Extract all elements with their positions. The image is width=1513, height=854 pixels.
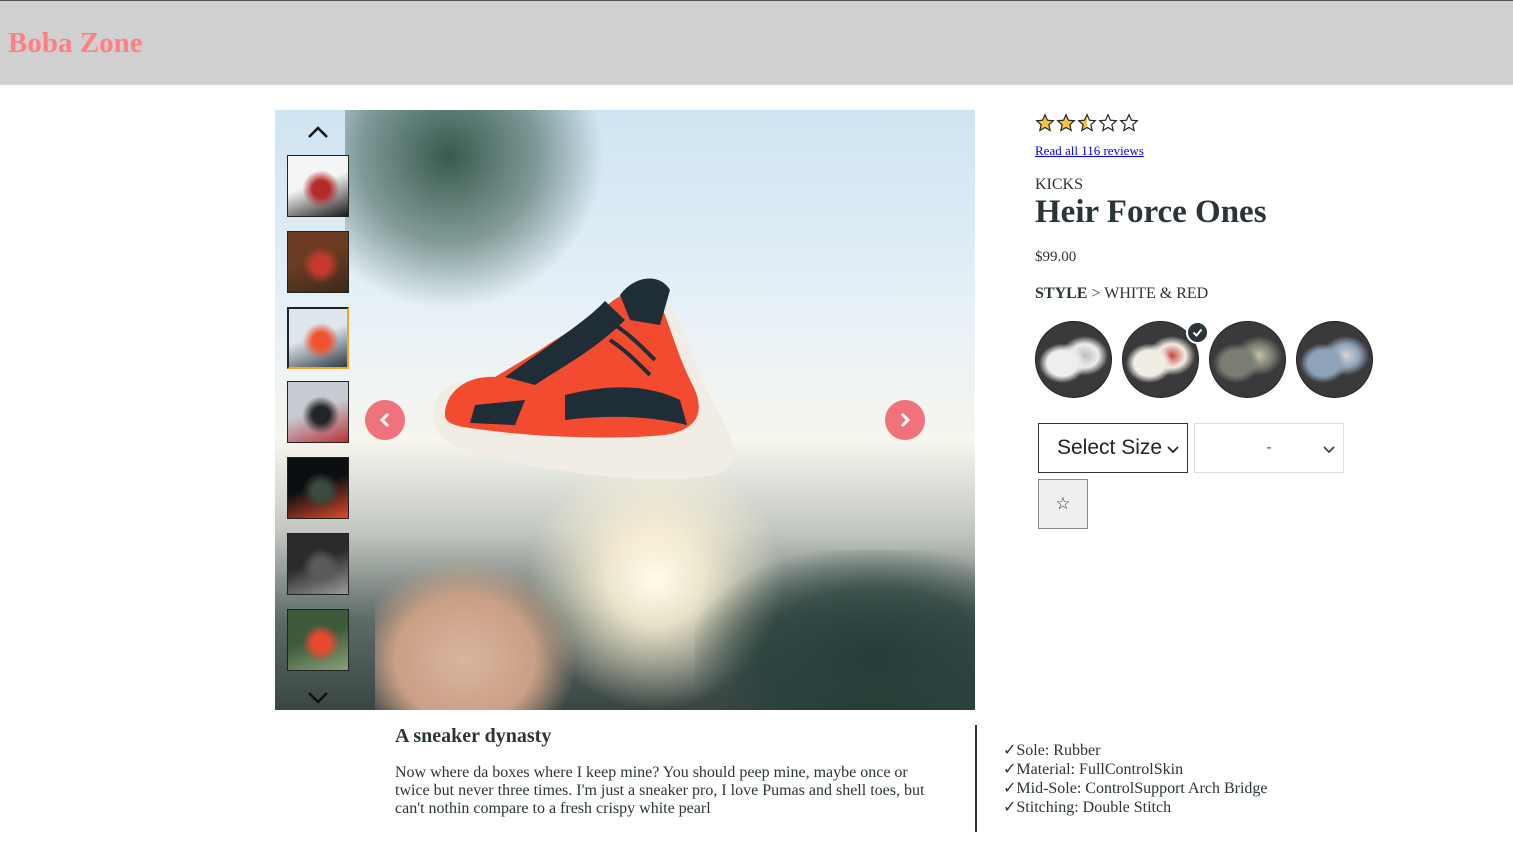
star-icon: [1119, 113, 1139, 132]
thumbnail-strip: [287, 110, 349, 710]
product-title: Heir Force Ones: [1035, 194, 1267, 230]
previous-image-button[interactable]: [365, 400, 405, 440]
feature-text: Stitching: Double Stitch: [1016, 799, 1172, 816]
thumbnail-image[interactable]: [287, 307, 349, 369]
star-icon: [1077, 113, 1097, 132]
description-divider: [975, 725, 977, 832]
brand-logo[interactable]: Boba Zone: [8, 27, 143, 60]
star-rating: [1035, 113, 1139, 133]
next-image-button[interactable]: [885, 400, 925, 440]
feature-text: Mid-Sole: ControlSupport Arch Bridge: [1016, 780, 1268, 797]
feature-item: ✓Sole: Rubber: [1003, 741, 1268, 760]
quantity-select-value: -: [1266, 439, 1272, 456]
check-icon: ✓: [1003, 742, 1017, 759]
check-icon: ✓: [1003, 799, 1017, 816]
style-separator: >: [1091, 285, 1101, 302]
quantity-select[interactable]: -: [1194, 423, 1344, 473]
feature-text: Sole: Rubber: [1016, 742, 1101, 759]
style-selection-label: STYLE > WHITE & RED: [1035, 285, 1208, 303]
thumbnail-image[interactable]: [287, 457, 349, 519]
style-value: WHITE & RED: [1104, 285, 1209, 302]
style-thumbnail-style-grey-camo[interactable]: [1209, 321, 1286, 398]
background-trees: [695, 550, 975, 710]
main-product-image: [433, 278, 734, 480]
feature-text: Material: FullControlSkin: [1016, 761, 1184, 778]
product-category: KICKS: [1035, 176, 1084, 193]
check-icon: ✓: [1003, 761, 1017, 778]
star-outline-icon: ☆: [1055, 494, 1071, 514]
chevron-right-icon: [900, 412, 911, 428]
selected-check-icon: [1186, 321, 1209, 344]
size-select-value: Select Size: [1057, 436, 1163, 459]
favorite-star-button[interactable]: ☆: [1038, 479, 1088, 529]
feature-item: ✓Material: FullControlSkin: [1003, 760, 1268, 779]
star-icon: [1056, 113, 1076, 132]
thumbnail-image[interactable]: [287, 231, 349, 293]
background-hand: [375, 560, 575, 710]
chevron-down-icon: [1323, 446, 1335, 454]
chevron-down-icon: [1167, 446, 1179, 454]
star-icon: [1098, 113, 1118, 132]
thumbnail-image[interactable]: [287, 155, 349, 217]
description-body: Now where da boxes where I keep mine? Yo…: [395, 764, 925, 817]
feature-item: ✓Mid-Sole: ControlSupport Arch Bridge: [1003, 779, 1268, 798]
chevron-left-icon: [379, 412, 390, 428]
chevron-up-icon[interactable]: [306, 124, 330, 140]
thumbnail-image[interactable]: [287, 609, 349, 671]
site-header: Boba Zone: [0, 0, 1513, 85]
chevron-down-icon[interactable]: [306, 690, 330, 706]
read-reviews-link[interactable]: Read all 116 reviews: [1035, 143, 1144, 159]
size-select[interactable]: Select Size: [1038, 423, 1188, 473]
feature-list: ✓Sole: Rubber ✓Material: FullControlSkin ✓…: [1003, 741, 1268, 817]
style-thumbnail-style-blue-grey[interactable]: [1296, 321, 1373, 398]
image-gallery: [275, 110, 975, 710]
star-icon: [1035, 113, 1055, 132]
product-price: $99.00: [1035, 249, 1077, 265]
style-thumbnail-style-white[interactable]: [1035, 321, 1112, 398]
thumbnail-image[interactable]: [287, 381, 349, 443]
thumbnail-image[interactable]: [287, 533, 349, 595]
feature-item: ✓Stitching: Double Stitch: [1003, 798, 1268, 817]
description-title: A sneaker dynasty: [395, 725, 552, 747]
style-label: STYLE: [1035, 285, 1088, 302]
check-icon: ✓: [1003, 780, 1017, 797]
